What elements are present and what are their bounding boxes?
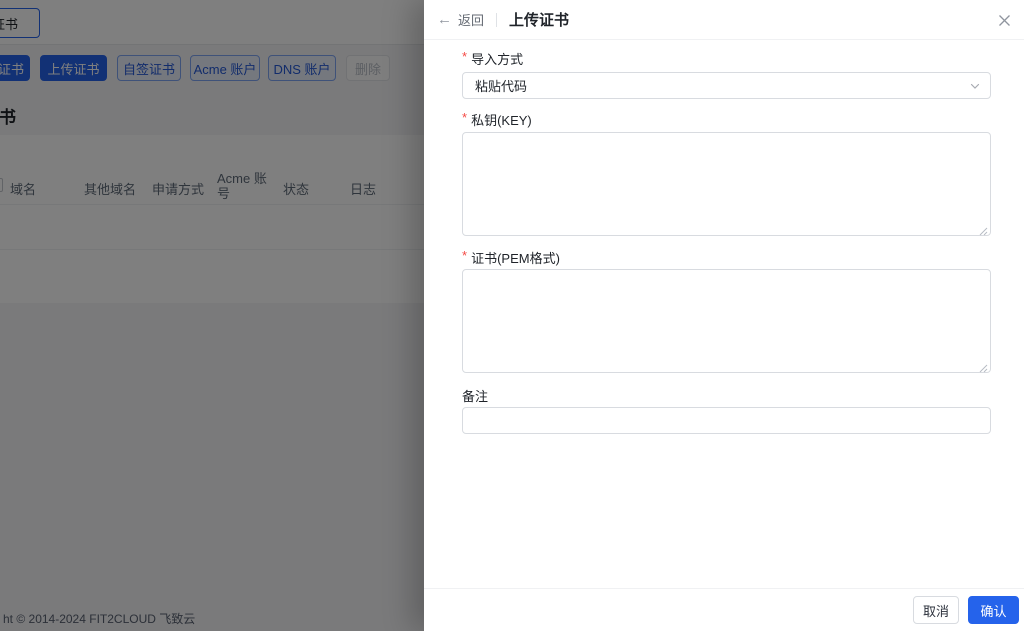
remark-input-wrapper xyxy=(462,407,991,434)
remark-label: 备注 xyxy=(462,386,488,405)
confirm-button[interactable]: 确认 xyxy=(968,596,1019,624)
upload-certificate-drawer: ← 返回 上传证书 * 导入方式 粘贴代码 xyxy=(424,0,1024,631)
resize-handle-icon[interactable] xyxy=(979,361,988,370)
certificate-pem-textarea-wrapper xyxy=(462,269,991,373)
required-mark: * xyxy=(462,110,467,127)
import-method-selected-value: 粘贴代码 xyxy=(475,76,527,95)
drawer-title: 上传证书 xyxy=(509,9,569,30)
drawer-footer: 取消 确认 xyxy=(424,588,1024,631)
drawer-header: ← 返回 上传证书 xyxy=(424,0,1024,40)
header-divider xyxy=(496,13,497,27)
private-key-textarea[interactable] xyxy=(463,133,990,235)
import-method-label: * 导入方式 xyxy=(462,49,523,68)
cancel-button[interactable]: 取消 xyxy=(913,596,959,624)
screen: 证书 证书 上传证书 自签证书 Acme 账户 DNS 账户 删除 证书 域名 … xyxy=(0,0,1024,631)
certificate-pem-textarea[interactable] xyxy=(463,270,990,372)
required-mark: * xyxy=(462,49,467,66)
resize-handle-icon[interactable] xyxy=(979,224,988,233)
chevron-down-icon xyxy=(969,80,981,95)
certificate-pem-label: * 证书(PEM格式) xyxy=(462,248,560,267)
private-key-textarea-wrapper xyxy=(462,132,991,236)
back-label: 返回 xyxy=(458,10,484,29)
private-key-label: * 私钥(KEY) xyxy=(462,110,532,129)
required-mark: * xyxy=(462,248,467,265)
import-method-select[interactable]: 粘贴代码 xyxy=(462,72,991,99)
back-button[interactable]: ← 返回 xyxy=(437,10,484,29)
arrow-left-icon: ← xyxy=(437,12,452,27)
close-icon[interactable] xyxy=(997,13,1011,27)
remark-input[interactable] xyxy=(463,408,990,433)
